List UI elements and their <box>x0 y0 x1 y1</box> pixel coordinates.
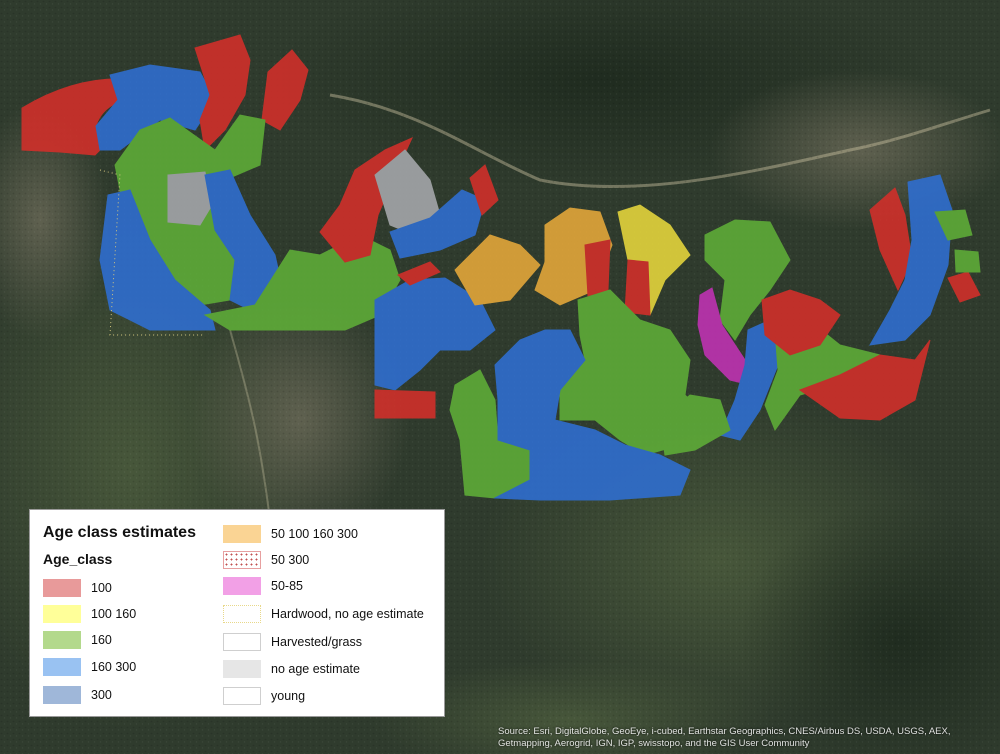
legend-item-100: 100 <box>43 579 112 597</box>
legend-label: Harvested/grass <box>271 635 363 649</box>
legend-label: no age estimate <box>271 662 360 676</box>
legend-item-50-300: 50 300 <box>223 551 309 569</box>
legend-label: 160 300 <box>91 660 137 674</box>
legend-swatch <box>43 605 81 623</box>
legend-label: 300 <box>91 688 112 702</box>
legend-title: Age class estimates <box>43 524 196 541</box>
stand-polygon-green[interactable] <box>954 249 981 273</box>
legend-item-100-160: 100 160 <box>43 605 136 623</box>
legend-swatch <box>43 658 81 676</box>
legend-item-harvested: Harvested/grass <box>223 633 362 651</box>
legend-label: 100 160 <box>91 607 137 621</box>
legend-item-160: 160 <box>43 631 112 649</box>
legend-swatch <box>223 577 261 595</box>
legend-label: 50-85 <box>271 579 303 593</box>
legend-item-50-85: 50-85 <box>223 577 303 595</box>
legend-item-young: young <box>223 687 305 705</box>
stand-polygon-red[interactable] <box>584 239 611 297</box>
legend-label: 50 300 <box>271 553 310 567</box>
legend-label: 50 100 160 300 <box>271 527 358 541</box>
legend-item-50-100-160-300: 50 100 160 300 <box>223 525 358 543</box>
legend-swatch <box>43 579 81 597</box>
map-attribution: Source: Esri, DigitalGlobe, GeoEye, i-cu… <box>498 726 951 749</box>
legend-swatch <box>223 525 261 543</box>
legend-swatch <box>223 633 261 651</box>
stand-polygon-red[interactable] <box>374 389 436 419</box>
legend-item-160-300: 160 300 <box>43 658 136 676</box>
legend-label: 160 <box>91 633 112 647</box>
legend-subtitle: Age_class <box>43 551 113 567</box>
legend-item-hardwood: Hardwood, no age estimate <box>223 605 424 623</box>
legend-swatch <box>223 687 261 705</box>
legend-swatch <box>223 660 261 678</box>
legend-label: Hardwood, no age estimate <box>271 607 424 621</box>
legend-swatch <box>43 631 81 649</box>
stand-polygon-red[interactable] <box>624 259 651 316</box>
legend-swatch <box>223 551 261 569</box>
map-legend: Age class estimates Age_class 100 100 16… <box>29 509 445 717</box>
legend-swatch <box>223 605 261 623</box>
legend-item-no-age-estimate: no age estimate <box>223 660 360 678</box>
legend-item-300: 300 <box>43 686 112 704</box>
legend-label: young <box>271 689 306 703</box>
legend-label: 100 <box>91 581 112 595</box>
legend-swatch <box>43 686 81 704</box>
